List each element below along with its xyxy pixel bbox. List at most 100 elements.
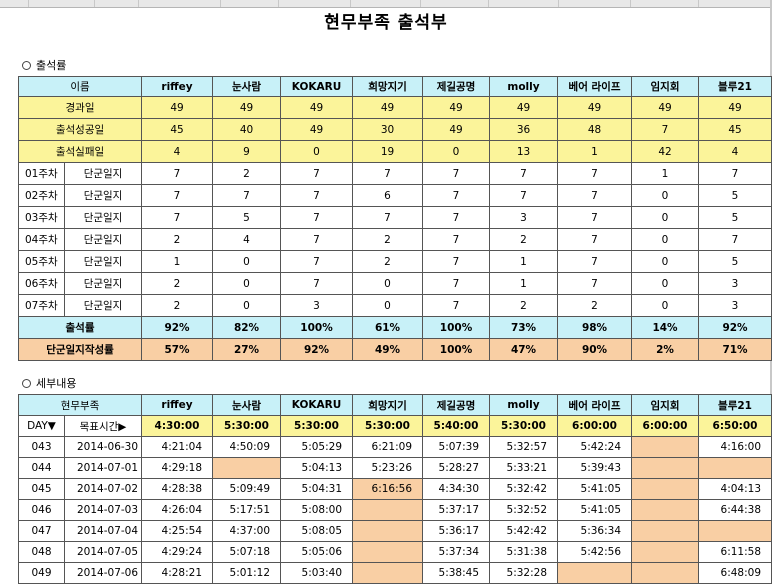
rate-cell[interactable]: 71%	[698, 338, 772, 361]
week-value-cell[interactable]: 0	[631, 250, 700, 273]
week-value-cell[interactable]: 7	[557, 250, 633, 273]
week-value-cell[interactable]: 7	[557, 184, 633, 207]
checkin-time-cell[interactable]	[631, 520, 700, 542]
checkin-time-cell[interactable]	[631, 436, 700, 458]
week-value-cell[interactable]: 0	[631, 272, 700, 295]
row-label[interactable]: 경과일	[17, 96, 143, 119]
stat-cell[interactable]: 49	[631, 96, 700, 119]
week-value-cell[interactable]: 2	[212, 162, 282, 185]
checkin-time-cell[interactable]: 5:09:49	[212, 478, 282, 500]
week-value-cell[interactable]: 2	[141, 228, 214, 251]
checkin-time-cell[interactable]: 5:17:51	[212, 499, 282, 521]
checkin-time-cell[interactable]: 5:04:31	[280, 478, 354, 500]
checkin-time-cell[interactable]: 5:36:17	[422, 520, 491, 542]
week-value-cell[interactable]: 7	[141, 206, 214, 229]
day-number-cell[interactable]: 048	[18, 541, 65, 563]
stat-cell[interactable]: 13	[489, 140, 559, 163]
day-number-cell[interactable]: 044	[18, 457, 65, 479]
rate-cell[interactable]: 92%	[698, 316, 772, 339]
rate-cell[interactable]: 47%	[489, 338, 559, 361]
checkin-time-cell[interactable]: 5:31:38	[489, 541, 559, 563]
rate-cell[interactable]: 49%	[352, 338, 424, 361]
checkin-time-cell[interactable]: 5:05:06	[280, 541, 354, 563]
checkin-time-cell[interactable]: 5:01:12	[212, 562, 282, 584]
stat-cell[interactable]: 49	[280, 96, 354, 119]
week-value-cell[interactable]: 7	[422, 272, 491, 295]
checkin-time-cell[interactable]: 6:16:56	[352, 478, 424, 500]
checkin-time-cell[interactable]: 5:37:17	[422, 499, 491, 521]
week-value-cell[interactable]: 7	[489, 184, 559, 207]
week-value-cell[interactable]: 5	[698, 184, 772, 207]
week-value-cell[interactable]: 7	[141, 162, 214, 185]
checkin-time-cell[interactable]: 4:50:09	[212, 436, 282, 458]
date-cell[interactable]: 2014-07-02	[63, 478, 143, 500]
checkin-time-cell[interactable]: 4:34:30	[422, 478, 491, 500]
checkin-time-cell[interactable]	[352, 562, 424, 584]
rate-cell[interactable]: 2%	[631, 338, 700, 361]
week-value-cell[interactable]: 7	[422, 206, 491, 229]
week-label[interactable]: 02주차	[18, 184, 65, 207]
day-number-cell[interactable]: 045	[18, 478, 65, 500]
rate-cell[interactable]: 92%	[280, 338, 354, 361]
rate-cell[interactable]: 98%	[557, 316, 633, 339]
week-value-cell[interactable]: 7	[280, 184, 354, 207]
checkin-time-cell[interactable]	[352, 520, 424, 542]
journal-label[interactable]: 단군일지	[63, 184, 143, 207]
week-value-cell[interactable]: 2	[557, 294, 633, 317]
checkin-time-cell[interactable]: 5:07:18	[212, 541, 282, 563]
week-value-cell[interactable]: 3	[489, 206, 559, 229]
stat-cell[interactable]: 49	[212, 96, 282, 119]
member-name-header[interactable]: 제길공명	[422, 76, 491, 97]
week-value-cell[interactable]: 7	[557, 228, 633, 251]
stat-cell[interactable]: 49	[698, 96, 772, 119]
checkin-time-cell[interactable]: 5:03:40	[280, 562, 354, 584]
journal-label[interactable]: 단군일지	[63, 272, 143, 295]
week-value-cell[interactable]: 7	[698, 162, 772, 185]
member-name-header[interactable]: KOKARU	[280, 394, 354, 416]
week-value-cell[interactable]: 7	[422, 184, 491, 207]
member-name-header[interactable]: molly	[489, 394, 559, 416]
member-name-header[interactable]: riffey	[141, 394, 214, 416]
week-value-cell[interactable]: 7	[212, 184, 282, 207]
rate-cell[interactable]: 90%	[557, 338, 633, 361]
checkin-time-cell[interactable]: 5:37:34	[422, 541, 491, 563]
week-value-cell[interactable]: 7	[280, 206, 354, 229]
stat-cell[interactable]: 49	[280, 118, 354, 141]
checkin-time-cell[interactable]: 5:32:42	[489, 478, 559, 500]
week-value-cell[interactable]: 7	[422, 250, 491, 273]
day-number-cell[interactable]: 043	[18, 436, 65, 458]
date-cell[interactable]: 2014-07-03	[63, 499, 143, 521]
checkin-time-cell[interactable]: 5:04:13	[280, 457, 354, 479]
date-cell[interactable]: 2014-06-30	[63, 436, 143, 458]
week-value-cell[interactable]: 2	[141, 272, 214, 295]
week-value-cell[interactable]: 3	[698, 294, 772, 317]
week-value-cell[interactable]: 0	[212, 250, 282, 273]
checkin-time-cell[interactable]: 4:29:18	[141, 457, 214, 479]
week-value-cell[interactable]: 7	[557, 162, 633, 185]
week-value-cell[interactable]: 7	[280, 162, 354, 185]
checkin-time-cell[interactable]: 5:41:05	[557, 499, 633, 521]
week-value-cell[interactable]: 2	[141, 294, 214, 317]
checkin-time-cell[interactable]: 5:08:00	[280, 499, 354, 521]
rate-cell[interactable]: 100%	[422, 338, 491, 361]
stat-cell[interactable]: 45	[698, 118, 772, 141]
stat-cell[interactable]: 45	[141, 118, 214, 141]
stat-cell[interactable]: 4	[141, 140, 214, 163]
journal-label[interactable]: 단군일지	[63, 228, 143, 251]
checkin-time-cell[interactable]: 4:25:54	[141, 520, 214, 542]
day-number-cell[interactable]: 049	[18, 562, 65, 584]
week-value-cell[interactable]: 2	[489, 294, 559, 317]
member-name-header[interactable]: molly	[489, 76, 559, 97]
checkin-time-cell[interactable]: 5:41:05	[557, 478, 633, 500]
checkin-time-cell[interactable]: 6:48:09	[698, 562, 772, 584]
member-name-header[interactable]: 눈사람	[212, 394, 282, 416]
week-value-cell[interactable]: 7	[422, 162, 491, 185]
checkin-time-cell[interactable]: 4:28:21	[141, 562, 214, 584]
week-value-cell[interactable]: 7	[280, 228, 354, 251]
name-header[interactable]: 이름	[17, 76, 143, 97]
checkin-time-cell[interactable]: 4:37:00	[212, 520, 282, 542]
stat-cell[interactable]: 48	[557, 118, 633, 141]
day-column-header[interactable]: DAY▼	[18, 415, 65, 437]
rate-cell[interactable]: 100%	[280, 316, 354, 339]
week-value-cell[interactable]: 4	[212, 228, 282, 251]
